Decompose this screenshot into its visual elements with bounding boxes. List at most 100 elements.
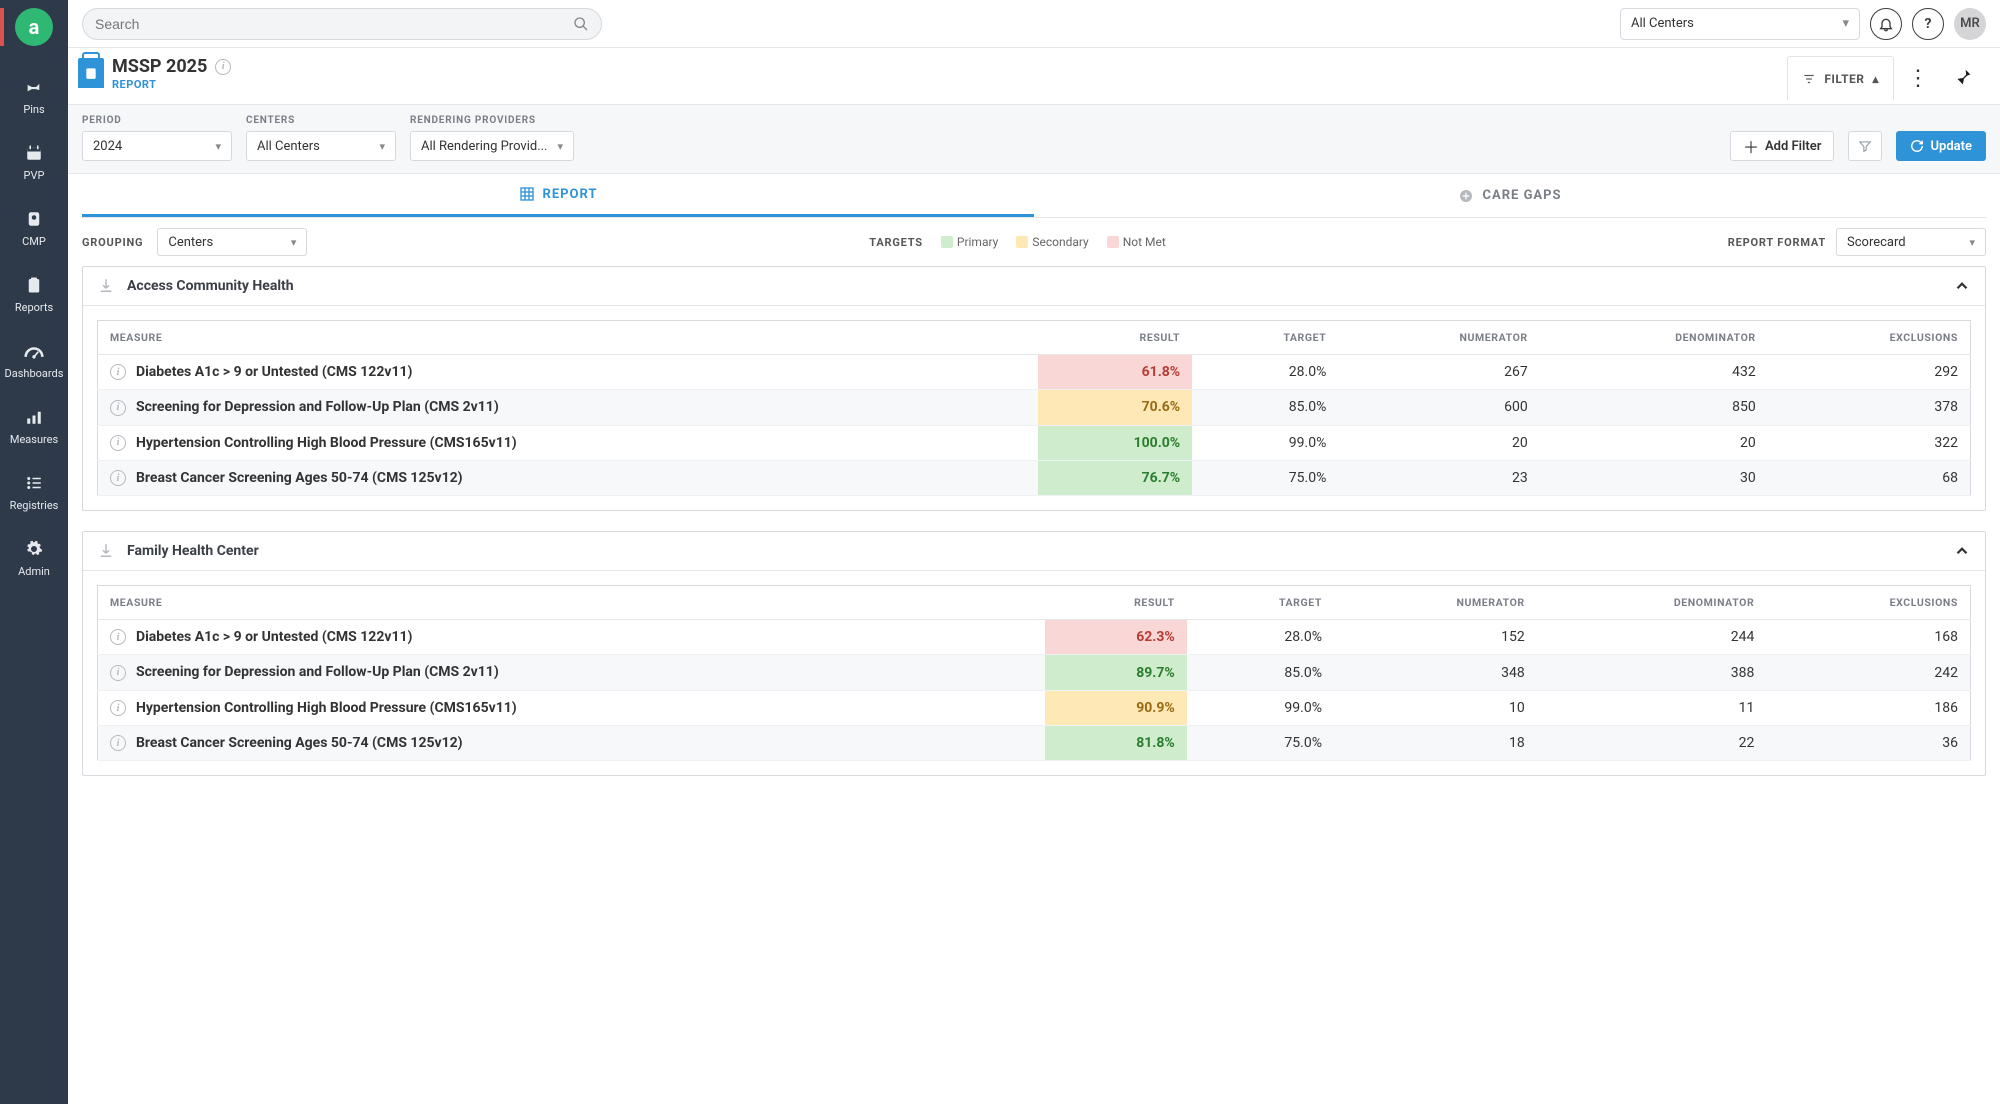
centers-select[interactable]: All Centers — [246, 131, 396, 161]
target-cell: 28.0% — [1192, 355, 1338, 390]
add-filter-button[interactable]: ＋Add Filter — [1730, 131, 1835, 161]
sidebar-item-registries[interactable]: Registries — [0, 460, 68, 526]
numerator-cell: 10 — [1334, 690, 1537, 725]
measure-table: MEASURERESULTTARGETNUMERATORDENOMINATORE… — [97, 585, 1971, 761]
sidebar-label: Measures — [0, 433, 68, 446]
sidebar-label: CMP — [0, 235, 68, 248]
tab-label: REPORT — [543, 187, 598, 202]
tabs: REPORT CARE GAPS — [82, 174, 1986, 218]
update-button[interactable]: Update — [1896, 131, 1986, 161]
collapse-toggle[interactable] — [1953, 542, 1971, 560]
denominator-cell: 30 — [1540, 460, 1768, 495]
result-cell: 81.8% — [1045, 726, 1187, 761]
col-target: TARGET — [1192, 321, 1338, 355]
bars-icon — [0, 404, 68, 430]
clipboard-icon — [0, 272, 68, 298]
info-icon[interactable]: i — [110, 665, 126, 681]
info-icon[interactable]: i — [110, 435, 126, 451]
gear-icon — [0, 536, 68, 562]
sidebar-item-measures[interactable]: Measures — [0, 394, 68, 460]
denominator-cell: 850 — [1540, 390, 1768, 425]
table-row[interactable]: iBreast Cancer Screening Ages 50-74 (CMS… — [98, 460, 1971, 495]
info-icon[interactable]: i — [215, 59, 231, 75]
exclusions-cell: 378 — [1768, 390, 1971, 425]
group-body: MEASURERESULTTARGETNUMERATORDENOMINATORE… — [83, 306, 1985, 510]
table-row[interactable]: iDiabetes A1c > 9 or Untested (CMS 122v1… — [98, 620, 1971, 655]
measure-cell: iDiabetes A1c > 9 or Untested (CMS 122v1… — [98, 355, 1039, 390]
col-exclusions: EXCLUSIONS — [1768, 321, 1971, 355]
table-row[interactable]: iHypertension Controlling High Blood Pre… — [98, 690, 1971, 725]
download-icon[interactable] — [97, 277, 115, 295]
target-cell: 85.0% — [1192, 390, 1338, 425]
report-name: MSSP 2025 — [112, 56, 207, 77]
info-icon[interactable]: i — [110, 470, 126, 486]
select-value: 2024 — [93, 139, 122, 154]
result-cell: 89.7% — [1045, 655, 1187, 690]
chevron-down-icon — [281, 236, 297, 249]
numerator-cell: 267 — [1338, 355, 1539, 390]
target-cell: 28.0% — [1187, 620, 1334, 655]
search-input[interactable] — [95, 16, 573, 32]
tab-care-gaps[interactable]: CARE GAPS — [1034, 174, 1986, 217]
grouping-select[interactable]: Centers — [157, 228, 307, 256]
center-selector[interactable]: All Centers — [1620, 8, 1860, 40]
providers-select[interactable]: All Rendering Provid... — [410, 131, 574, 161]
exclusions-cell: 242 — [1766, 655, 1970, 690]
info-icon[interactable]: i — [110, 700, 126, 716]
filter-toggle[interactable]: FILTER — [1787, 56, 1894, 100]
user-avatar[interactable]: MR — [1954, 8, 1986, 40]
info-icon[interactable]: i — [110, 364, 126, 380]
notifications-button[interactable] — [1870, 8, 1902, 40]
group-header: Family Health Center — [83, 532, 1985, 571]
sidebar-label: PVP — [0, 169, 68, 182]
table-row[interactable]: iScreening for Depression and Follow-Up … — [98, 390, 1971, 425]
format-group: REPORT FORMAT Scorecard — [1728, 228, 1986, 256]
numerator-cell: 18 — [1334, 726, 1537, 761]
report-type-label: REPORT — [112, 78, 231, 91]
sidebar-item-admin[interactable]: Admin — [0, 526, 68, 592]
sidebar-item-pins[interactable]: Pins — [0, 64, 68, 130]
group-name: Family Health Center — [127, 543, 259, 559]
format-select[interactable]: Scorecard — [1836, 228, 1986, 256]
badge-icon — [0, 206, 68, 232]
filter-bar: PERIOD 2024 CENTERS All Centers RENDERIN… — [68, 104, 2000, 174]
sidebar-item-pvp[interactable]: PVP — [0, 130, 68, 196]
table-row[interactable]: iHypertension Controlling High Blood Pre… — [98, 425, 1971, 460]
table-row[interactable]: iBreast Cancer Screening Ages 50-74 (CMS… — [98, 726, 1971, 761]
tab-label: CARE GAPS — [1482, 188, 1561, 203]
chevron-down-icon — [1842, 16, 1849, 31]
info-icon[interactable]: i — [110, 735, 126, 751]
report-type-icon — [78, 58, 104, 88]
filter-label: RENDERING PROVIDERS — [410, 115, 574, 126]
info-icon[interactable]: i — [110, 629, 126, 645]
more-menu[interactable]: ⋮ — [1898, 58, 1938, 98]
topbar: All Centers ? MR — [68, 0, 2000, 48]
download-icon[interactable] — [97, 542, 115, 560]
sidebar-item-dashboards[interactable]: Dashboards — [0, 328, 68, 394]
exclusions-cell: 168 — [1766, 620, 1970, 655]
app-logo[interactable]: a — [15, 8, 53, 46]
table-row[interactable]: iDiabetes A1c > 9 or Untested (CMS 122v1… — [98, 355, 1971, 390]
plus-circle-icon — [1458, 188, 1474, 204]
measure-cell: iDiabetes A1c > 9 or Untested (CMS 122v1… — [98, 620, 1045, 655]
group-header: Access Community Health — [83, 267, 1985, 306]
col-exclusions: EXCLUSIONS — [1766, 586, 1970, 620]
sidebar-label: Registries — [0, 499, 68, 512]
chevron-down-icon — [369, 140, 385, 153]
denominator-cell: 11 — [1537, 690, 1767, 725]
period-select[interactable]: 2024 — [82, 131, 232, 161]
collapse-toggle[interactable] — [1953, 277, 1971, 295]
filter-icon-button[interactable] — [1848, 131, 1882, 161]
tab-report[interactable]: REPORT — [82, 174, 1034, 217]
sidebar-item-cmp[interactable]: CMP — [0, 196, 68, 262]
info-icon[interactable]: i — [110, 400, 126, 416]
search-box[interactable] — [82, 8, 602, 40]
sidebar-item-reports[interactable]: Reports — [0, 262, 68, 328]
filter-period: PERIOD 2024 — [82, 115, 232, 161]
pin-button[interactable] — [1942, 58, 1982, 98]
select-value: Centers — [168, 235, 213, 250]
help-button[interactable]: ? — [1912, 8, 1944, 40]
table-row[interactable]: iScreening for Depression and Follow-Up … — [98, 655, 1971, 690]
calendar-icon — [0, 140, 68, 166]
grid-icon — [519, 186, 535, 202]
